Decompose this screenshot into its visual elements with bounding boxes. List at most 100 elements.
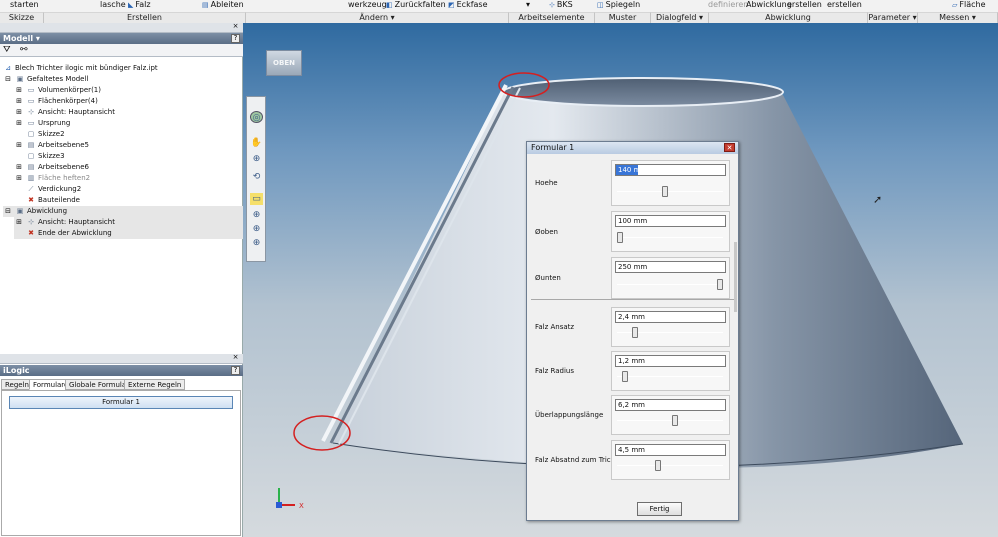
expand-icon[interactable]: ⊞ [14, 162, 24, 173]
value-input[interactable]: 6,2 mm [615, 399, 726, 411]
model-title-text: Modell ▾ [3, 34, 40, 43]
tree-node[interactable]: ✖ Ende der Abwicklung [14, 228, 243, 239]
steering-wheel-icon[interactable]: ◎ [250, 111, 263, 123]
ribbon-definieren-button[interactable]: definieren [708, 0, 748, 11]
tree-node[interactable]: ⊞ ⊹ Ansicht: Hauptansicht [14, 107, 115, 118]
ilogic-strip: × [0, 354, 243, 364]
tree-node[interactable]: ⊞ ▤ Arbeitsebene5 [14, 140, 89, 151]
dialog-scrollbar[interactable] [734, 242, 737, 312]
model-help-button[interactable]: ? [231, 34, 240, 43]
ribbon-start-button[interactable]: starten [10, 0, 39, 11]
group-erstellen[interactable]: Erstellen [44, 12, 246, 23]
tree-node[interactable]: ⟋ Verdickung2 [14, 184, 82, 195]
filter-icon[interactable]: ⛛ [3, 45, 11, 55]
tree-node[interactable]: ⊞ ▥ Fläche heften2 [14, 173, 90, 184]
ribbon-falz-button[interactable]: ◣ Falz [128, 0, 151, 11]
binoculars-icon[interactable]: ⚯ [20, 45, 28, 55]
slider-track[interactable] [617, 191, 723, 192]
ribbon-erstellen2-button[interactable]: erstellen [827, 0, 862, 11]
tree-node[interactable]: ⊞ ▭ Flächenkörper(4) [14, 96, 98, 107]
zoom-selected-icon[interactable]: ⊕ [250, 237, 263, 249]
slider-track[interactable] [617, 420, 723, 421]
slider-thumb[interactable] [617, 232, 623, 243]
ribbon-flaeche-button[interactable]: ▱ Fläche [952, 0, 986, 11]
slider-thumb[interactable] [622, 371, 628, 382]
folder-icon: ▭ [27, 119, 35, 127]
value-input[interactable]: 1,2 mm [615, 355, 726, 367]
ilogic-close-button[interactable]: × [231, 354, 240, 363]
tree-node[interactable]: ⊞ ▭ Volumenkörper(1) [14, 85, 101, 96]
ribbon-spiegeln-button[interactable]: ◫ Spiegeln [597, 0, 640, 11]
formular-1-button[interactable]: Formular 1 [9, 396, 233, 409]
slider-track[interactable] [617, 465, 723, 466]
tree-node-label: Bauteilende [38, 196, 80, 204]
group-muster[interactable]: Muster [595, 12, 651, 23]
tree-node[interactable]: ⊞ ⊹ Ansicht: Hauptansicht [14, 217, 243, 228]
slider-thumb[interactable] [717, 279, 723, 290]
ribbon-lasche-button[interactable]: lasche [100, 0, 126, 11]
viewcube[interactable]: OBEN [266, 50, 302, 76]
ribbon-bks-button[interactable]: ⊹ BKS [549, 0, 573, 11]
expand-icon[interactable]: ⊞ [14, 140, 24, 151]
ribbon-zurueckfalten-button[interactable]: ◧ Zurückfalten [386, 0, 446, 11]
slider-track[interactable] [617, 376, 723, 377]
collapse-icon[interactable]: ⊟ [3, 74, 13, 85]
fertig-button[interactable]: Fertig [637, 502, 682, 516]
model-file-node[interactable]: ⊿ Blech Trichter ilogic mit bündiger Falz… [3, 63, 158, 74]
tree-node[interactable]: ⊞ ▭ Ursprung [14, 118, 70, 129]
group-messen[interactable]: Messen ▾ [918, 12, 998, 23]
tree-node[interactable]: ⊟ ▣ Gefaltetes Modell [3, 74, 88, 85]
look-at-icon[interactable]: ▭ [250, 193, 263, 205]
expand-icon[interactable]: ⊞ [14, 118, 24, 129]
collapse-icon[interactable]: ⊟ [3, 206, 13, 217]
tree-node[interactable]: ✖ Bauteilende [14, 195, 80, 206]
field-group: 250 mm [611, 257, 730, 299]
zoom-icon[interactable]: ⊕ [250, 153, 263, 165]
ribbon-erstellen-button[interactable]: erstellen [787, 0, 822, 11]
tree-node[interactable]: ▢ Skizze2 [14, 129, 65, 140]
slider-thumb[interactable] [655, 460, 661, 471]
tree-node-label: Flächenkörper(4) [38, 97, 98, 105]
dialog-close-button[interactable]: ✕ [724, 143, 735, 152]
zoom-window-icon[interactable]: ⊕ [250, 223, 263, 235]
group-skizze[interactable]: Skizze [0, 12, 44, 23]
value-input[interactable]: 100 mm [615, 215, 726, 227]
zoom-all-icon[interactable]: ⊕ [250, 209, 263, 221]
slider-thumb[interactable] [672, 415, 678, 426]
tab-externe-regeln[interactable]: Externe Regeln [124, 379, 186, 390]
ribbon-abwicklung-button[interactable]: Abwicklung [746, 0, 792, 11]
tree-node[interactable]: ⊞ ▤ Arbeitsebene6 [14, 162, 89, 173]
ribbon-werkzeug-button[interactable]: werkzeug [348, 0, 387, 11]
group-aendern[interactable]: Ändern ▾ [246, 12, 509, 23]
tree-node[interactable]: ▢ Skizze3 [14, 151, 65, 162]
model-panel-title[interactable]: Modell ▾ ? [0, 33, 243, 44]
slider-track[interactable] [617, 237, 723, 238]
expand-icon[interactable]: ⊞ [14, 96, 24, 107]
expand-icon[interactable]: ⊞ [14, 107, 24, 118]
slider-thumb[interactable] [632, 327, 638, 338]
expand-icon[interactable]: ⊞ [14, 173, 24, 184]
ilogic-help-button[interactable]: ? [231, 366, 240, 375]
dialog-titlebar[interactable]: Formular 1 ✕ [527, 142, 738, 154]
value-input[interactable]: 4,5 mm [615, 444, 726, 456]
falz-label: Falz [135, 0, 151, 9]
expand-icon[interactable]: ⊞ [14, 85, 24, 96]
ribbon-ableiten-button[interactable]: ▤ Ableiten [202, 0, 244, 11]
group-abwicklung[interactable]: Abwicklung [709, 12, 868, 23]
panel-close-button[interactable]: × [231, 23, 240, 32]
ribbon-eckfase-button[interactable]: ◩ Eckfase [448, 0, 488, 11]
value-input[interactable]: 140 mm [615, 164, 726, 176]
group-parameter[interactable]: Parameter ▾ [868, 12, 918, 23]
ucs-icon: ⊹ [549, 1, 555, 9]
pan-icon[interactable]: ✋ [250, 137, 263, 149]
slider-track[interactable] [617, 284, 723, 285]
group-arbeitselemente[interactable]: Arbeitselemente [509, 12, 595, 23]
expand-icon[interactable]: ⊞ [14, 217, 24, 228]
value-input[interactable]: 2,4 mm [615, 311, 726, 323]
ribbon-dropdown-button[interactable]: ▾ [526, 0, 530, 11]
value-input[interactable]: 250 mm [615, 261, 726, 273]
orbit-icon[interactable]: ⟲ [250, 171, 263, 183]
group-dialogfeld[interactable]: Dialogfeld ▾ [651, 12, 709, 23]
tree-node[interactable]: ⊟ ▣ Abwicklung [3, 206, 243, 217]
slider-thumb[interactable] [662, 186, 668, 197]
